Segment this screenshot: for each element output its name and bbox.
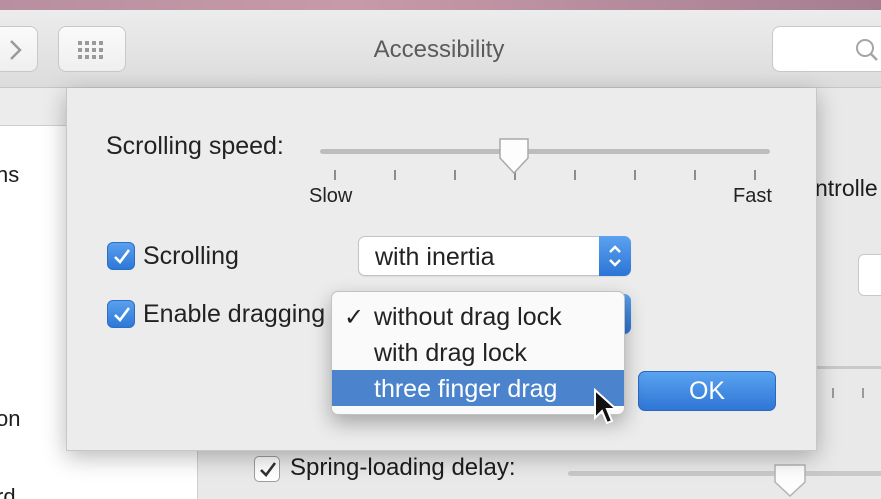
up-down-arrows-icon [609,245,621,267]
spring-loading-slider-knob[interactable] [772,462,808,498]
scrolling-speed-slider-track[interactable] [320,149,770,154]
sidebar-item-fragment[interactable]: rd [0,484,16,499]
ok-button[interactable]: OK [638,371,776,411]
background-button[interactable] [858,254,881,296]
menu-item-label: without drag lock [374,303,562,331]
background-slider-tick [832,388,834,398]
checkmark-icon [114,249,131,264]
menu-item-three-finger-drag[interactable]: three finger drag [332,370,624,406]
slider-tick [394,170,396,180]
scrolling-checkbox[interactable] [107,242,135,270]
mouse-pointer-icon [594,388,619,425]
slider-tick [334,170,336,180]
dragging-label: Enable dragging [143,300,326,328]
slider-tick [454,170,456,180]
scrolling-popup[interactable]: with inertia [358,236,631,276]
checkmark-icon: ✓ [344,304,365,331]
spring-loading-checkbox[interactable] [254,456,280,482]
scrolling-popup-value: with inertia [375,243,495,271]
checkmark-icon [260,462,277,477]
grid-icon [78,41,103,59]
search-icon [856,39,878,61]
menu-item-without-drag-lock[interactable]: ✓ without drag lock [332,298,624,334]
slider-tick [574,170,576,180]
chevron-right-icon [10,40,22,60]
spring-loading-slider-track[interactable] [568,471,881,476]
spring-loading-label: Spring-loading delay: [290,454,516,481]
scrolling-speed-slider-knob[interactable] [497,136,531,176]
slider-tick [754,170,756,180]
desktop-strip [0,0,881,10]
fast-label: Fast [733,185,772,207]
window-titlebar: Accessibility [0,10,881,88]
menu-item-with-drag-lock[interactable]: with drag lock [332,334,624,370]
forward-button[interactable] [0,26,38,72]
scrolling-label: Scrolling [143,242,239,270]
checkmark-icon [114,307,131,322]
background-slider-tick [862,388,864,398]
slider-tick [634,170,636,180]
show-all-button[interactable] [58,26,126,72]
sidebar-item-fragment[interactable]: ns [0,162,19,188]
dragging-options-menu: ✓ without drag lock with drag lock three… [331,291,625,415]
search-input[interactable] [772,26,881,72]
sidebar-item-fragment[interactable]: on [0,406,20,432]
scrolling-speed-label: Scrolling speed: [106,132,284,160]
menu-item-label: with drag lock [374,339,527,367]
slow-label: Slow [309,185,353,207]
menu-item-label: three finger drag [374,375,558,403]
popup-arrows [599,236,631,276]
dragging-checkbox[interactable] [107,300,135,328]
window-title: Accessibility [373,36,505,63]
slider-tick [694,170,696,180]
background-label-fragment: ntrolle [815,175,878,201]
background-slider-track [815,366,881,369]
